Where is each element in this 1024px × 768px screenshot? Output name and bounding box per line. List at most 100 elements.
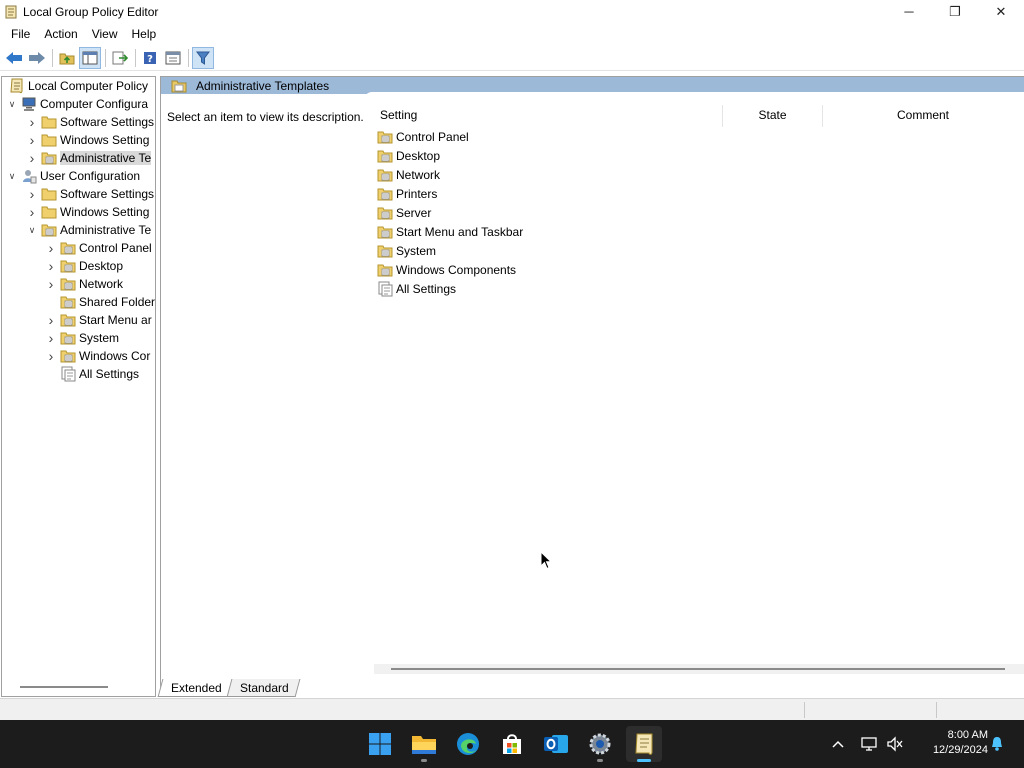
list-item[interactable]: Desktop <box>377 146 440 165</box>
forward-icon[interactable] <box>26 47 48 69</box>
console-tree[interactable]: Local Computer Policy ∨ Computer Configura… <box>1 76 156 697</box>
folder-icon <box>41 114 57 130</box>
network-icon[interactable] <box>858 720 880 768</box>
maximize-button[interactable]: ❐ <box>932 0 978 23</box>
list-item[interactable]: Windows Components <box>377 260 516 279</box>
chevron-right-icon[interactable]: › <box>26 203 38 221</box>
chevron-down-icon[interactable]: ∨ <box>26 221 38 239</box>
description-text: Select an item to view its description. <box>167 110 364 124</box>
view-tabs: Extended Standard <box>157 678 300 697</box>
start-icon[interactable] <box>362 726 398 762</box>
tree-node-label: Software Settings <box>60 115 155 129</box>
notification-icon[interactable] <box>988 720 1006 768</box>
tree-node[interactable]: › Windows Cor <box>45 347 151 365</box>
export-list-icon[interactable] <box>109 47 131 69</box>
list-item[interactable]: Control Panel <box>377 127 469 146</box>
list-item[interactable]: System <box>377 241 436 260</box>
minimize-button[interactable]: ─ <box>886 0 932 23</box>
chevron-right-icon[interactable]: › <box>45 311 57 329</box>
list-item-label: Control Panel <box>396 129 469 144</box>
menu-bar: File Action View Help <box>0 23 1024 45</box>
chevron-right-icon[interactable]: › <box>26 149 38 167</box>
tree-node[interactable]: ∨ User Configuration <box>6 167 140 185</box>
tree-node-label: Windows Cor <box>79 349 151 363</box>
settings-icon[interactable] <box>582 726 618 762</box>
menu-file[interactable]: File <box>4 23 37 45</box>
tree-node[interactable]: › Control Panel <box>45 239 152 257</box>
toolbar-separator <box>135 48 136 67</box>
tree-node-label: Network <box>79 277 124 291</box>
tree-node[interactable]: › Desktop <box>45 257 123 275</box>
tree-node[interactable]: › Network <box>45 275 123 293</box>
tree-node[interactable]: › Windows Setting <box>26 131 150 149</box>
menu-action[interactable]: Action <box>37 23 84 45</box>
folder-icon <box>41 132 57 148</box>
window-title: Local Group Policy Editor <box>23 4 159 19</box>
tree-node[interactable]: › Software Settings <box>26 185 154 203</box>
policy-icon <box>9 78 25 94</box>
chevron-right-icon[interactable]: › <box>45 329 57 347</box>
taskbar-clock[interactable]: 8:00 AM 12/29/2024 <box>912 728 988 758</box>
list-item[interactable]: Network <box>377 165 440 184</box>
tree-node-label: Windows Setting <box>60 205 150 219</box>
filter-icon[interactable] <box>192 46 214 69</box>
column-header-state[interactable]: State <box>723 100 822 130</box>
tree-node[interactable]: › System <box>45 329 119 347</box>
tree-node[interactable]: ∨ Computer Configura <box>6 95 148 113</box>
status-separator <box>804 702 805 718</box>
column-header-comment[interactable]: Comment <box>823 100 1023 130</box>
tree-node-label: Shared Folder <box>79 295 156 309</box>
column-header-setting[interactable]: Setting <box>380 100 722 130</box>
list-item[interactable]: Start Menu and Taskbar <box>377 222 523 241</box>
edge-icon[interactable] <box>450 726 486 762</box>
close-button[interactable]: ✕ <box>978 0 1024 23</box>
chevron-right-icon[interactable]: › <box>26 113 38 131</box>
tree-node[interactable]: › Start Menu ar <box>45 311 152 329</box>
tree-node[interactable]: Shared Folder <box>45 293 155 311</box>
group-policy-editor-icon[interactable] <box>626 726 662 762</box>
tree-node[interactable]: ∨ Administrative Te <box>26 221 151 239</box>
details-pane: Administrative Templates Select an item … <box>160 76 1024 697</box>
list-item-label: Windows Components <box>396 262 517 277</box>
running-indicator <box>637 759 651 762</box>
menu-help[interactable]: Help <box>125 23 164 45</box>
tree-node[interactable]: All Settings <box>45 365 139 383</box>
tree-horizontal-scrollbar[interactable] <box>20 686 108 688</box>
file-explorer-icon[interactable] <box>406 726 442 762</box>
list-item[interactable]: Printers <box>377 184 437 203</box>
list-item[interactable]: All Settings <box>377 279 456 298</box>
outlook-icon[interactable] <box>538 726 574 762</box>
tree-node[interactable]: › Software Settings <box>26 113 154 131</box>
volume-muted-icon[interactable] <box>884 720 906 768</box>
chevron-right-icon[interactable]: › <box>45 347 57 365</box>
list-item-label: Server <box>396 205 432 220</box>
up-folder-icon[interactable] <box>56 47 78 69</box>
chevron-right-icon[interactable]: › <box>45 275 57 293</box>
tree-node[interactable]: Local Computer Policy <box>6 77 148 95</box>
menu-view[interactable]: View <box>85 23 125 45</box>
show-hide-tree-icon[interactable] <box>79 46 101 69</box>
column-label: State <box>758 108 787 122</box>
tree-node-label: System <box>79 331 120 345</box>
policy-folder-icon <box>377 205 393 221</box>
expander-placeholder <box>45 365 57 383</box>
list-scroll-thumb[interactable] <box>391 668 1005 670</box>
chevron-down-icon[interactable]: ∨ <box>6 95 18 113</box>
chevron-right-icon[interactable]: › <box>45 257 57 275</box>
clock-date: 12/29/2024 <box>932 744 988 756</box>
store-icon[interactable] <box>494 726 530 762</box>
chevron-up-icon[interactable] <box>828 720 848 768</box>
help-icon[interactable]: ? <box>139 47 161 69</box>
chevron-right-icon[interactable]: › <box>45 239 57 257</box>
tab-extended[interactable]: Extended <box>157 679 234 697</box>
chevron-right-icon[interactable]: › <box>26 185 38 203</box>
chevron-down-icon[interactable]: ∨ <box>6 167 18 185</box>
properties-icon[interactable] <box>162 47 184 69</box>
list-item[interactable]: Server <box>377 203 431 222</box>
tab-standard[interactable]: Standard <box>226 679 300 697</box>
chevron-right-icon[interactable]: › <box>26 131 38 149</box>
tree-node[interactable]: › Windows Setting <box>26 203 150 221</box>
policy-folder-icon <box>377 224 393 240</box>
tree-node[interactable]: › Administrative Te <box>26 149 152 167</box>
back-icon[interactable] <box>3 47 25 69</box>
